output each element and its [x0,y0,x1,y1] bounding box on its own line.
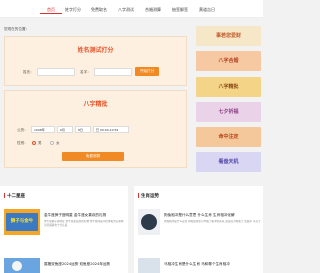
article-thumbnail[interactable] [138,209,160,235]
banner-2-text: 八字合婚 [218,58,239,64]
banner-6[interactable]: 看盘天机 [196,152,261,172]
female-radio[interactable] [50,141,54,145]
hour-select[interactable]: 巳 09:00-10:59 [93,126,129,133]
nav-item-home[interactable]: 首页 [40,5,62,14]
month-select[interactable]: 6月 [57,126,73,133]
male-label: 男 [38,141,42,145]
nav-item-bazi[interactable]: 八字测试 [115,5,137,14]
article-desc-1: 金牛座狮子座明星 金牛座女喜欢的礼物 金牛座向来以稳重和务实著称 对待感情也十分… [44,220,124,227]
female-label: 女 [56,141,60,145]
breadcrumb: 您现在的位置： [4,27,30,31]
male-radio[interactable] [32,141,36,145]
calculate-button[interactable]: 免费测算 [62,152,124,161]
nav-item-auspicious-days[interactable]: 黄道吉日 [196,5,218,14]
name-test-title: 姓名测试打分 [77,47,114,54]
nav-item-naming[interactable]: 免费取名 [88,5,110,14]
banner-3-text: 八字精批 [218,84,239,90]
thumbnail-graphic [141,214,157,230]
surname-label: 姓氏： [23,70,34,74]
fortune-panel-title-text: 生肖运势 [141,194,159,199]
title-accent-bar [4,193,5,198]
article-title-3[interactable]: 狗兔相冲是什么意思 什么生肖 生肖相冲化解 [164,213,261,218]
banner-3[interactable]: 八字精批 [196,77,261,97]
bazi-title: 八字精批 [83,101,108,108]
article-title-1[interactable]: 金牛座狮子座明星 金牛座女喜欢的礼物 [44,213,126,218]
gender-label: 性别： [17,141,28,145]
surname-input[interactable] [37,68,75,76]
name-test-card: 姓名测试打分 姓氏： 名字： 开始打分 [4,36,187,86]
bazi-card: 八字精批 公历： 1998年 6月 8日 巳 09:00-10:59 性别： 男… [4,90,187,168]
banner-4-text: 七夕祈福 [218,109,239,115]
given-name-input[interactable] [94,68,132,76]
article-thumbnail-4[interactable] [138,258,160,273]
score-button[interactable]: 开始打分 [135,67,159,76]
nav-item-divination[interactable]: 抽签解签 [169,5,191,14]
banner-5[interactable]: 命中注定 [196,127,261,147]
top-nav: 首页 姓字打分 免费取名 八字测试 合婚测算 抽签解签 黄道吉日 [0,0,263,18]
article-title-2[interactable]: 属猪双鱼座2024运势 双鱼座2024年运势 [44,262,126,267]
zodiac-panel-title-text: 十二星座 [7,194,25,199]
fortune-panel-title: 生肖运势 [138,193,159,199]
zodiac-fortune-panel: 生肖运势 狗兔相冲是什么意思 什么生肖 生肖相冲化解 狗兔相冲是什么意思 狗和兔… [134,186,263,273]
thumbnail-graphic [12,261,22,271]
title-accent-bar [138,193,139,198]
thumbnail-text: 狮子与金牛 [10,219,34,224]
nav-item-marriage[interactable]: 合婚测算 [142,5,164,14]
banner-1[interactable]: 事若您爱财 [196,26,261,46]
banner-4[interactable]: 七夕祈福 [196,102,261,122]
given-name-label: 名字： [80,70,91,74]
zodiac-panel-title: 十二星座 [4,193,25,199]
banner-6-text: 看盘天机 [218,159,239,165]
banner-2[interactable]: 八字合婚 [196,51,261,71]
year-select[interactable]: 1998年 [31,126,55,133]
article-title-4[interactable]: 马相冲生肖是什么生肖 马和哪个生肖相冲 [164,262,261,267]
nav-item-surname-score[interactable]: 姓字打分 [62,5,84,14]
article-desc-3: 狗兔相冲是什么意思 狗和兔在生肖中属于相冲的关系 这是因为狗属土 兔属木 木克土 [164,220,261,223]
article-thumbnail[interactable]: 狮子与金牛 [4,209,40,235]
zodiac-panel: 十二星座 狮子与金牛 金牛座狮子座明星 金牛座女喜欢的礼物 金牛座狮子座明星 金… [0,186,128,273]
day-select[interactable]: 8日 [75,126,91,133]
article-thumbnail-2[interactable] [4,258,40,273]
banner-5-text: 命中注定 [218,134,239,140]
birth-label: 公历： [17,128,28,132]
banner-1-text: 事若您爱财 [215,33,241,39]
